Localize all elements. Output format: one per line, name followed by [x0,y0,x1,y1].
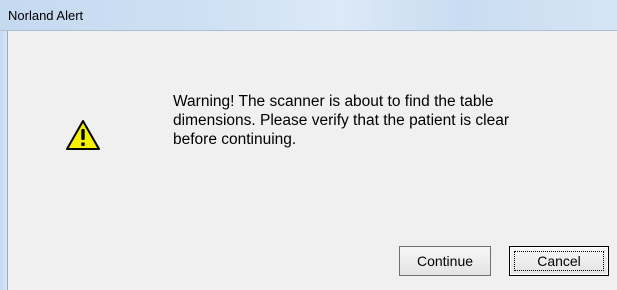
message-line: dimensions. Please verify that the patie… [173,112,510,129]
alert-message: Warning! The scanner is about to find th… [173,92,593,149]
continue-button-label: Continue [416,253,474,269]
cancel-button[interactable]: Cancel [509,246,609,276]
alert-dialog: Norland Alert Warning! The scanner is ab… [0,0,617,290]
warning-icon [66,120,100,150]
window-frame-left [0,31,8,290]
message-line: before continuing. [173,131,297,148]
message-line: Warning! The scanner is about to find th… [173,93,494,110]
cancel-button-label: Cancel [537,253,581,269]
title-bar[interactable]: Norland Alert [0,0,617,31]
window-title: Norland Alert [8,8,84,23]
continue-button[interactable]: Continue [399,246,491,276]
